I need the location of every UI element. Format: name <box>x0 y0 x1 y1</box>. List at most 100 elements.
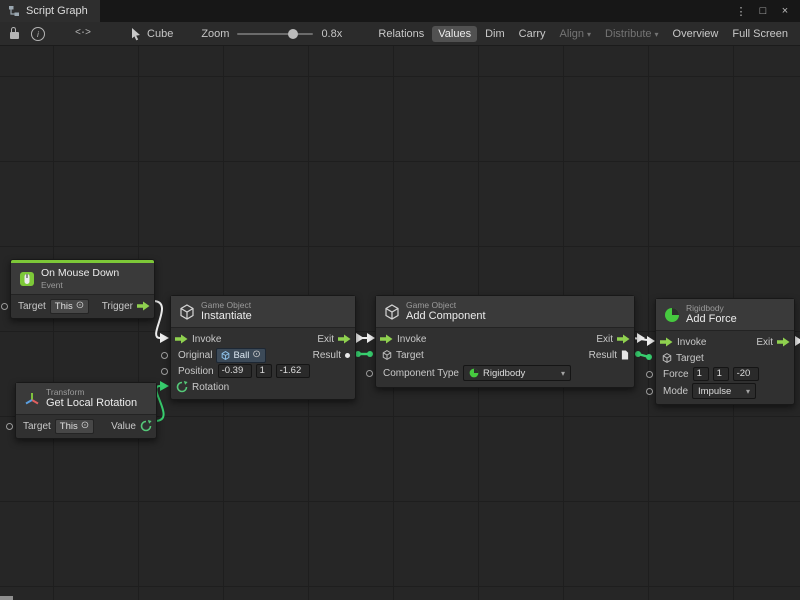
object-picker-icon[interactable]: ⊙ <box>76 301 84 311</box>
node-subtitle: Event <box>41 280 119 290</box>
scrollbar-nub[interactable] <box>0 596 13 600</box>
component-type-port-circle[interactable] <box>366 370 373 377</box>
fullscreen-button[interactable]: Full Screen <box>726 26 794 42</box>
node-header: Transform Get Local Rotation <box>16 383 156 415</box>
port-label: Invoke <box>192 334 221 345</box>
node-category: Rigidbody <box>686 303 737 313</box>
object-picker-icon[interactable]: ⊙ <box>252 350 260 360</box>
port-label: Force <box>663 369 689 380</box>
force-port-circle[interactable] <box>646 371 653 378</box>
exit-arrow-icon[interactable] <box>617 334 630 344</box>
gameobject-type-icon[interactable] <box>662 353 672 363</box>
port-label: Component Type <box>383 368 459 379</box>
port-label: Trigger <box>102 301 133 312</box>
cube-icon <box>179 304 195 320</box>
code-icon[interactable]: <∙> <box>69 22 96 45</box>
invoke-arrow-icon[interactable] <box>175 334 188 344</box>
align-button[interactable]: Align▾ <box>554 26 597 42</box>
position-z-field[interactable]: -1.62 <box>276 364 310 378</box>
port-label: Exit <box>596 334 613 345</box>
position-port-circle[interactable] <box>161 368 168 375</box>
dim-button[interactable]: Dim <box>479 26 511 42</box>
distribute-button[interactable]: Distribute▾ <box>599 26 664 42</box>
node-add-force[interactable]: Rigidbody Add Force Invoke Exit Target <box>655 298 795 405</box>
window-titlebar: Script Graph ⋮ □ × <box>0 0 800 22</box>
tab-script-graph[interactable]: Script Graph <box>0 0 100 22</box>
result-port-dot[interactable] <box>345 353 350 358</box>
node-title: Add Force <box>686 313 737 326</box>
graph-canvas[interactable]: On Mouse Down Event Target This ⊙ Trigge… <box>0 46 800 600</box>
transform-icon <box>24 391 40 407</box>
chevron-down-icon: ▾ <box>587 30 591 39</box>
info-icon[interactable]: i <box>25 22 51 45</box>
port-row: Target <box>656 350 794 366</box>
exit-arrow-icon[interactable] <box>338 334 351 344</box>
graph-toolbar: i <∙> Cube Zoom 0.8x Relations Values Di… <box>0 22 800 46</box>
mode-dropdown[interactable]: Impulse ▾ <box>692 383 756 399</box>
port-label: Target <box>396 350 424 361</box>
gameobject-type-icon[interactable] <box>382 350 392 360</box>
port-row: Target This ⊙ Trigger <box>11 298 154 314</box>
carry-button[interactable]: Carry <box>513 26 552 42</box>
node-get-local-rotation[interactable]: Transform Get Local Rotation Target This… <box>15 382 157 439</box>
node-instantiate[interactable]: Game Object Instantiate Invoke Exit Orig… <box>170 295 356 400</box>
zoom-value: 0.8x <box>321 28 342 40</box>
port-label: Exit <box>756 337 773 348</box>
rotation-port-icon[interactable] <box>176 381 188 393</box>
port-row: Invoke Exit <box>376 331 634 347</box>
selection-indicator: Cube <box>130 27 173 41</box>
trigger-arrow-icon[interactable] <box>137 301 150 311</box>
toolbar-buttons: Relations Values Dim Carry Align▾ Distri… <box>372 26 796 42</box>
chevron-down-icon: ▾ <box>746 387 750 396</box>
node-category: Game Object <box>406 300 486 310</box>
rigidbody-icon <box>469 368 479 378</box>
mode-port-circle[interactable] <box>646 388 653 395</box>
prefab-cube-icon <box>221 351 230 360</box>
node-add-component[interactable]: Game Object Add Component Invoke Exit Ta… <box>375 295 635 388</box>
port-row: Component Type Rigidbody ▾ <box>376 363 634 383</box>
port-label: Target <box>18 301 46 312</box>
invoke-arrow-icon[interactable] <box>660 337 673 347</box>
port-row: Position -0.39 1 -1.62 <box>171 363 355 379</box>
rotation-port-icon[interactable] <box>140 420 152 432</box>
position-x-field[interactable]: -0.39 <box>218 364 252 378</box>
component-type-dropdown[interactable]: Rigidbody ▾ <box>463 365 571 381</box>
node-title: Get Local Rotation <box>46 397 137 410</box>
zoom-slider[interactable] <box>237 33 313 35</box>
node-header: Game Object Add Component <box>376 296 634 328</box>
this-field[interactable]: This ⊙ <box>55 419 94 434</box>
position-y-field[interactable]: 1 <box>256 364 272 378</box>
exit-arrow-icon[interactable] <box>777 337 790 347</box>
force-z-field[interactable]: -20 <box>733 367 759 381</box>
close-icon[interactable]: × <box>776 2 794 20</box>
port-row: Original Ball ⊙ Result <box>171 347 355 363</box>
port-label: Exit <box>317 334 334 345</box>
port-label: Original <box>178 350 212 361</box>
lock-icon[interactable] <box>4 22 25 45</box>
port-row: Target This ⊙ Value <box>16 418 156 434</box>
ball-object-field[interactable]: Ball ⊙ <box>216 348 265 363</box>
this-field[interactable]: This ⊙ <box>50 299 89 314</box>
window-controls: ⋮ □ × <box>732 2 800 20</box>
invoke-arrow-icon[interactable] <box>380 334 393 344</box>
original-port-circle[interactable] <box>161 352 168 359</box>
force-y-field[interactable]: 1 <box>713 367 729 381</box>
overview-button[interactable]: Overview <box>667 26 725 42</box>
maximize-icon[interactable]: □ <box>754 2 772 20</box>
port-label: Invoke <box>677 337 706 348</box>
values-button[interactable]: Values <box>432 26 477 42</box>
port-row: Invoke Exit <box>656 334 794 350</box>
force-x-field[interactable]: 1 <box>693 367 709 381</box>
target-port-circle[interactable] <box>6 423 13 430</box>
node-header: Rigidbody Add Force <box>656 299 794 331</box>
relations-button[interactable]: Relations <box>372 26 430 42</box>
chevron-down-icon: ▾ <box>655 30 659 39</box>
port-row: Rotation <box>171 379 355 395</box>
object-picker-icon[interactable]: ⊙ <box>81 421 89 431</box>
cursor-icon <box>130 27 142 41</box>
window-menu-icon[interactable]: ⋮ <box>732 2 750 20</box>
node-on-mouse-down[interactable]: On Mouse Down Event Target This ⊙ Trigge… <box>10 259 155 319</box>
result-page-icon[interactable] <box>621 350 629 360</box>
zoom-slider-thumb[interactable] <box>288 29 298 39</box>
target-port-circle[interactable] <box>1 303 8 310</box>
